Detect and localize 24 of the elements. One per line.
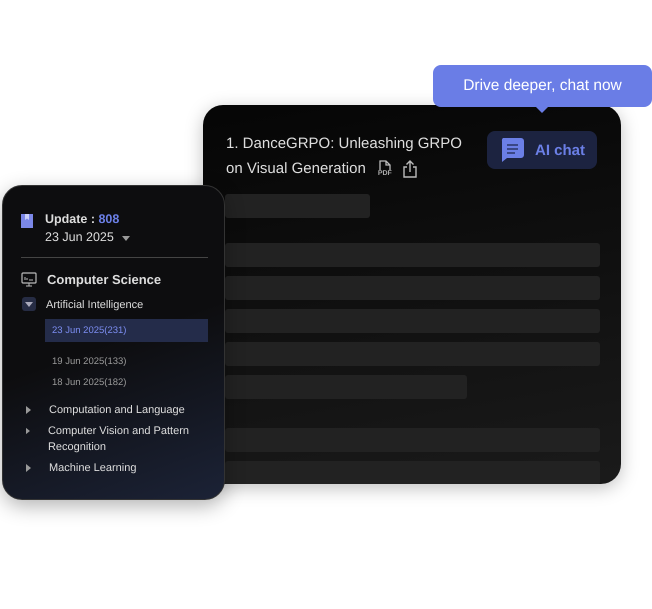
paper-title-line: on Visual Generation xyxy=(226,159,366,179)
category-title: Computer Science xyxy=(47,272,162,287)
date-item[interactable]: 18 Jun 2025(182) xyxy=(45,375,208,390)
monitor-icon xyxy=(21,272,37,287)
collapse-toggle[interactable] xyxy=(22,297,36,311)
expand-arrow-icon[interactable] xyxy=(26,427,30,435)
tree-item[interactable]: Machine Learning xyxy=(49,460,136,476)
share-icon[interactable] xyxy=(402,160,418,178)
date-dropdown[interactable]: 23 Jun 2025 xyxy=(45,230,130,244)
tooltip: Drive deeper, chat now xyxy=(433,65,652,113)
expand-arrow-icon[interactable] xyxy=(26,406,31,414)
caret-icon xyxy=(25,302,33,306)
caret-icon xyxy=(122,236,130,240)
tree-item[interactable]: Artificial Intelligence xyxy=(46,297,144,313)
tree-item[interactable]: Computer Vision and Pattern Recognition xyxy=(48,423,208,455)
update-label: Update : xyxy=(45,212,95,226)
paper-title-line: 1. DanceGRPO: Unleashing GRPO xyxy=(226,134,462,154)
tree-item[interactable]: Computation and Language xyxy=(49,402,185,418)
expand-arrow-icon[interactable] xyxy=(26,464,31,472)
bookmark-icon xyxy=(21,214,33,228)
date-item[interactable]: 19 Jun 2025(133) xyxy=(45,354,208,369)
ai-chat-button[interactable]: AI chat xyxy=(486,131,597,169)
update-count: 808 xyxy=(98,212,120,226)
date-item[interactable]: 23 Jun 2025(231) xyxy=(45,319,208,342)
